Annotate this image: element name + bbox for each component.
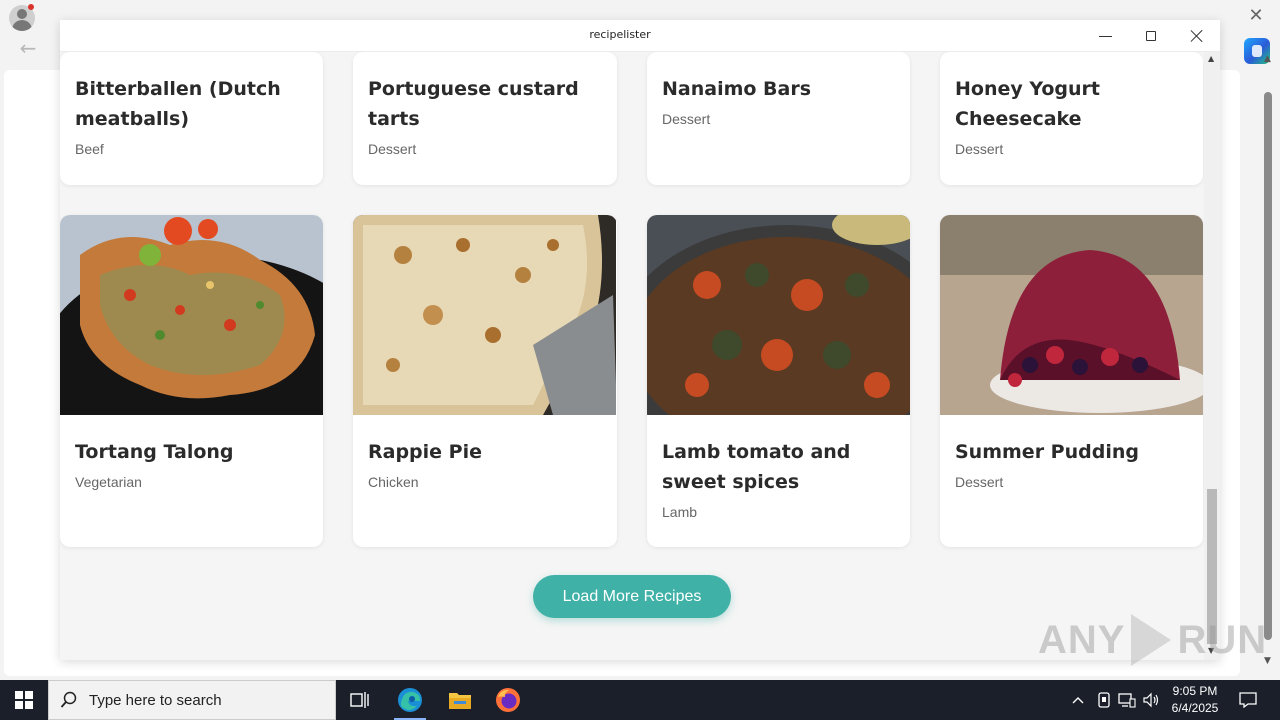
edge-icon	[398, 688, 422, 712]
recipe-title: Tortang Talong	[75, 441, 234, 463]
notification-center-icon[interactable]	[1234, 680, 1262, 720]
scroll-up-icon[interactable]: ▲	[1208, 54, 1214, 63]
recipe-category: Lamb	[662, 504, 698, 520]
anyrun-watermark: ANY RUN	[1038, 612, 1267, 668]
tray-chevron-up-icon[interactable]	[1068, 680, 1088, 720]
recipe-card[interactable]: Rappie Pie Chicken	[353, 215, 617, 547]
recipe-title: Portuguese custard tarts	[368, 78, 579, 130]
browser-close-icon[interactable]: ✕	[1244, 4, 1268, 28]
recipe-image-tortang-talong[interactable]	[60, 215, 323, 415]
recipe-title: Bitterballen (Dutch meatballs)	[75, 78, 281, 130]
recipe-title: Summer Pudding	[955, 441, 1139, 463]
watermark-text-right: RUN	[1177, 617, 1268, 662]
taskbar-search-box[interactable]: Type here to search	[48, 680, 336, 720]
back-arrow-icon[interactable]: ←	[16, 36, 40, 60]
close-icon	[1190, 29, 1204, 43]
load-more-button[interactable]: Load More Recipes	[533, 575, 731, 618]
app-window: recipelister Bitterballen (Dutch meatbal…	[60, 20, 1220, 660]
app-scrollbar[interactable]: ▲ ▼	[1204, 52, 1220, 660]
recipe-title: Nanaimo Bars	[662, 78, 812, 100]
browser-scrollbar[interactable]: ▲ ▼	[1260, 52, 1276, 672]
firefox-button[interactable]	[484, 680, 532, 720]
folder-icon	[449, 693, 471, 709]
recipe-title: Lamb tomato and sweet spices	[662, 441, 851, 493]
clock-time: 9:05 PM	[1172, 684, 1218, 698]
firefox-icon	[496, 688, 520, 712]
recipe-category: Dessert	[368, 141, 417, 157]
watermark-text-left: ANY	[1038, 617, 1126, 662]
recipe-category: Dessert	[662, 111, 711, 127]
recipe-card[interactable]: Bitterballen (Dutch meatballs) Beef	[60, 52, 323, 185]
recipe-category: Vegetarian	[75, 474, 142, 490]
search-icon	[49, 691, 89, 709]
recipe-image-lamb-tomato[interactable]	[647, 215, 910, 415]
clock-date: 6/4/2025	[1171, 701, 1219, 715]
file-explorer-button[interactable]	[436, 680, 484, 720]
maximize-icon	[1146, 31, 1156, 41]
recipe-card[interactable]: Summer Pudding Dessert	[940, 215, 1203, 547]
edge-taskbar-button[interactable]	[386, 680, 434, 720]
scroll-up-icon[interactable]: ▲	[1264, 54, 1271, 64]
recipe-category: Dessert	[955, 141, 1004, 157]
recipe-category: Beef	[75, 141, 104, 157]
recipe-title: Rappie Pie	[368, 441, 482, 463]
recipe-category: Dessert	[955, 474, 1004, 490]
network-icon[interactable]	[1117, 680, 1137, 720]
recipe-card[interactable]: Portuguese custard tarts Dessert	[353, 52, 617, 185]
taskbar: Type here to search 9:05 PM 6/4/2025	[0, 680, 1280, 720]
tray-device-icon[interactable]	[1094, 680, 1114, 720]
windows-logo-icon	[15, 691, 33, 709]
minimize-icon	[1098, 35, 1112, 37]
browser-scroll-thumb[interactable]	[1264, 92, 1272, 640]
recipe-card[interactable]: Nanaimo Bars Dessert	[647, 52, 910, 185]
recipe-card[interactable]: Tortang Talong Vegetarian	[60, 215, 323, 547]
window-title: recipelister	[589, 28, 651, 41]
maximize-button[interactable]	[1128, 20, 1174, 52]
recipe-image-summer-pudding[interactable]	[940, 215, 1203, 415]
play-icon	[1131, 614, 1172, 666]
start-button[interactable]	[0, 680, 48, 720]
recipe-category: Chicken	[368, 474, 419, 490]
task-view-button[interactable]	[336, 680, 384, 720]
recipe-card[interactable]: Lamb tomato and sweet spices Lamb	[647, 215, 910, 547]
title-bar: recipelister	[60, 20, 1220, 52]
recipe-title: Honey Yogurt Cheesecake	[955, 78, 1101, 130]
minimize-button[interactable]	[1082, 20, 1128, 52]
recipe-card[interactable]: Honey Yogurt Cheesecake Dessert	[940, 52, 1203, 185]
recipe-grid: Bitterballen (Dutch meatballs) Beef Port…	[60, 52, 1204, 660]
task-view-icon	[350, 692, 369, 708]
taskbar-clock[interactable]: 9:05 PM 6/4/2025	[1160, 683, 1230, 717]
recipe-image-rappie-pie[interactable]	[353, 215, 616, 415]
search-placeholder: Type here to search	[89, 691, 222, 709]
notification-dot	[28, 4, 34, 10]
volume-icon[interactable]	[1141, 680, 1161, 720]
close-button[interactable]	[1174, 20, 1220, 52]
